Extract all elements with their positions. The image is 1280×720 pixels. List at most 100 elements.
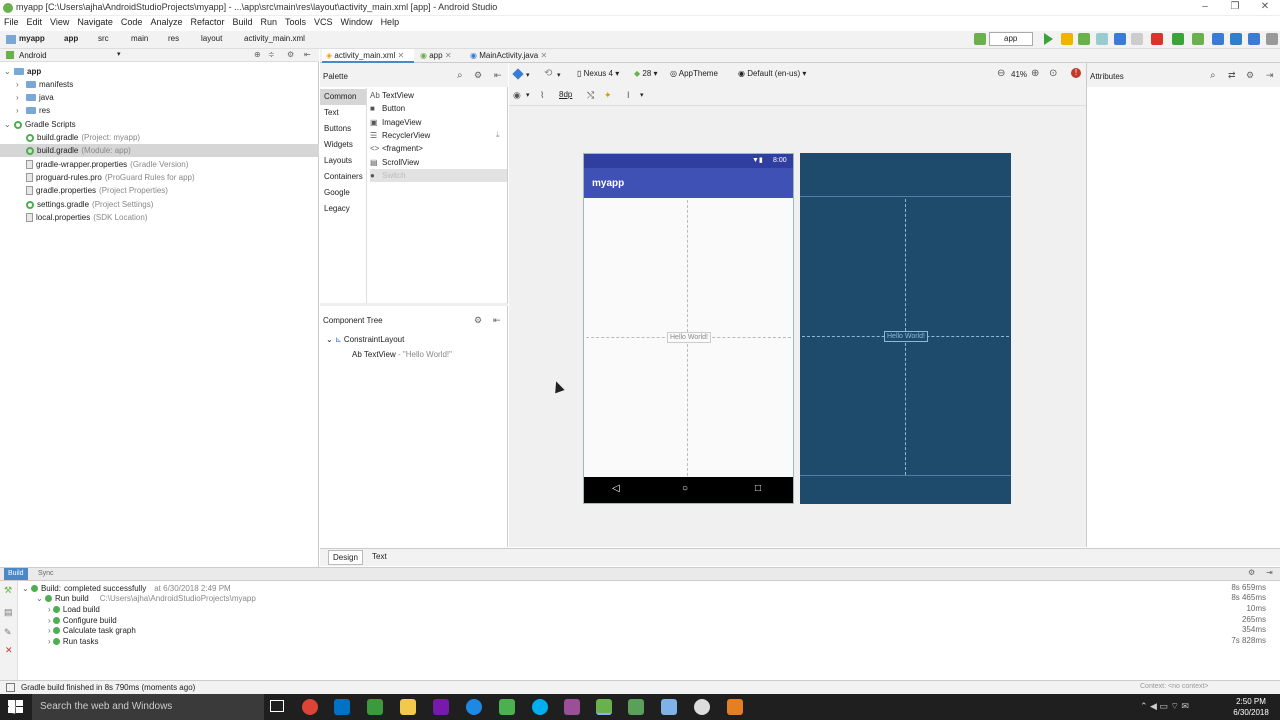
orientation-icon[interactable]: ⟲ <box>544 68 552 79</box>
default-margin-select[interactable]: 8dp <box>559 90 572 99</box>
palette-category-text[interactable]: Text <box>320 105 366 121</box>
gear-icon[interactable]: ⚙ <box>287 50 294 59</box>
start-button[interactable] <box>8 700 23 714</box>
project-tree-item[interactable]: local.properties (SDK Location) <box>0 211 319 224</box>
file-explorer-icon[interactable] <box>400 699 416 715</box>
breadcrumb-main[interactable]: main <box>131 34 148 43</box>
hammer-icon[interactable]: ⚒ <box>4 585 12 596</box>
api-select[interactable]: ◆ 28 ▾ <box>634 69 658 78</box>
sdk-manager-icon[interactable] <box>1212 33 1224 45</box>
palette-category-common[interactable]: Common <box>320 89 366 105</box>
chevron-down-icon[interactable]: ▾ <box>117 50 121 58</box>
palette-category-containers[interactable]: Containers <box>320 169 366 185</box>
android-studio-taskbar-icon[interactable] <box>596 699 612 715</box>
design-preview[interactable]: ▼▮ 8:00 myapp Hello World! ◁ ○ □ <box>583 153 794 504</box>
breadcrumb-app[interactable]: app <box>64 34 78 43</box>
zoom-in-icon[interactable]: ⊕ <box>1031 68 1039 79</box>
menu-vcs[interactable]: VCS <box>310 16 337 29</box>
infer-constraints-icon[interactable]: ✦ <box>604 90 612 101</box>
tray-icons[interactable]: ⌃ ◀ ▭ ⌔ ✉ <box>1140 701 1189 712</box>
project-tree-item[interactable]: ⌄ app <box>0 65 319 78</box>
menu-build[interactable]: Build <box>228 16 256 29</box>
vs-icon[interactable] <box>564 699 580 715</box>
device-explorer-icon[interactable] <box>1230 33 1242 45</box>
blueprint-preview[interactable]: Hello World! <box>800 153 1011 504</box>
menu-view[interactable]: View <box>46 16 73 29</box>
profile-icon[interactable] <box>1096 33 1108 45</box>
stop-icon[interactable] <box>1151 33 1163 45</box>
breadcrumb-res[interactable]: res <box>168 34 179 43</box>
panel-splitter[interactable] <box>320 303 508 306</box>
run-icon[interactable] <box>1044 33 1053 45</box>
menu-window[interactable]: Window <box>337 16 377 29</box>
palette-item[interactable]: Ab TextView <box>370 89 507 102</box>
app4-icon[interactable] <box>727 699 743 715</box>
gear-icon[interactable]: ⚙ <box>474 315 482 326</box>
browser-icon[interactable] <box>466 699 482 715</box>
close-icon[interactable]: ✕ <box>445 51 452 60</box>
close-icon[interactable]: ✕ <box>398 51 405 60</box>
palette-category-legacy[interactable]: Legacy <box>320 201 366 217</box>
chevron-down-icon[interactable]: ▾ <box>557 71 561 79</box>
menu-edit[interactable]: Edit <box>23 16 47 29</box>
locale-select[interactable]: ◉ Default (en-us) ▾ <box>738 69 806 78</box>
tree-node-constraintlayout[interactable]: ⌄ ⊾ ConstraintLayout <box>326 335 404 344</box>
project-tree-item[interactable]: proguard-rules.pro (ProGuard Rules for ap… <box>0 171 319 184</box>
clear-constraints-icon[interactable]: ⤭ <box>587 90 594 101</box>
hide-icon[interactable]: ⇥ <box>1266 568 1273 577</box>
debug-icon[interactable] <box>1078 33 1090 45</box>
gear-icon[interactable]: ⚙ <box>474 70 482 81</box>
menu-run[interactable]: Run <box>257 16 282 29</box>
rerun-icon[interactable] <box>1131 33 1143 45</box>
menu-refactor[interactable]: Refactor <box>186 16 228 29</box>
tab-sync[interactable]: Sync <box>34 568 58 580</box>
store-icon[interactable] <box>499 699 515 715</box>
project-tree-item[interactable]: › res <box>0 104 319 117</box>
gear-icon[interactable]: ⚙ <box>1248 568 1255 577</box>
run-config-select[interactable]: app <box>989 32 1033 46</box>
breadcrumb-layout[interactable]: layout <box>201 34 222 43</box>
hammer-icon[interactable] <box>974 33 986 45</box>
apply-changes-icon[interactable] <box>1061 33 1073 45</box>
taskbar-search-input[interactable]: Search the web and Windows <box>32 694 264 720</box>
outlook-icon[interactable] <box>334 699 350 715</box>
task-view-icon[interactable] <box>270 700 284 712</box>
build-row[interactable]: › Run tasks <box>48 636 109 647</box>
chrome-icon[interactable] <box>302 699 318 715</box>
hide-icon[interactable]: ⇥ <box>1266 70 1274 81</box>
menu-code[interactable]: Code <box>117 16 147 29</box>
hide-icon[interactable]: ⇤ <box>304 50 311 59</box>
palette-item[interactable]: ▤ ScrollView <box>370 156 507 169</box>
tab-build[interactable]: Build <box>4 568 28 580</box>
tool-windows-icon[interactable] <box>6 683 15 692</box>
onenote-icon[interactable] <box>433 699 449 715</box>
collapse-icon[interactable]: ≑ <box>268 50 275 59</box>
palette-category-buttons[interactable]: Buttons <box>320 121 366 137</box>
app-icon[interactable] <box>367 699 383 715</box>
sync-gradle-icon[interactable] <box>1172 33 1184 45</box>
palette-item[interactable]: <> <fragment> <box>370 142 507 155</box>
autoconnect-icon[interactable]: ⌇ <box>540 90 544 101</box>
chevron-down-icon[interactable]: ▾ <box>526 71 530 79</box>
blueprint-hello-world[interactable]: Hello World! <box>884 331 928 342</box>
close-icon[interactable]: ✕ <box>5 645 13 656</box>
avd-manager-icon[interactable] <box>1192 33 1204 45</box>
project-tree-item[interactable]: ⌄ Gradle Scripts <box>0 118 319 131</box>
build-row[interactable]: ⌄ Run build C:\Users\ajha\AndroidStudioPr… <box>36 593 256 604</box>
project-tree-item[interactable]: gradle-wrapper.properties (Gradle Version… <box>0 158 319 171</box>
breadcrumb-src[interactable]: src <box>98 34 109 43</box>
theme-select[interactable]: ◎ AppTheme <box>670 69 718 78</box>
tab-text[interactable]: Text <box>368 550 391 565</box>
project-view-select[interactable]: Android <box>19 51 47 60</box>
chevron-down-icon[interactable]: ▾ <box>640 91 644 99</box>
palette-item[interactable]: ■ Button <box>370 102 507 115</box>
device-select[interactable]: ▯ Nexus 4 ▾ <box>577 69 619 78</box>
skype-icon[interactable] <box>532 699 548 715</box>
chevron-down-icon[interactable]: ▾ <box>526 91 530 99</box>
hide-icon[interactable]: ⇤ <box>493 315 501 326</box>
build-row[interactable]: › Load build <box>48 604 111 615</box>
project-tree-item[interactable]: build.gradle (Project: myapp) <box>0 131 319 144</box>
eye-icon[interactable]: ◉ <box>513 90 521 101</box>
palette-item[interactable]: ☰ RecyclerView <box>370 129 507 142</box>
project-tree-item[interactable]: › java <box>0 91 319 104</box>
